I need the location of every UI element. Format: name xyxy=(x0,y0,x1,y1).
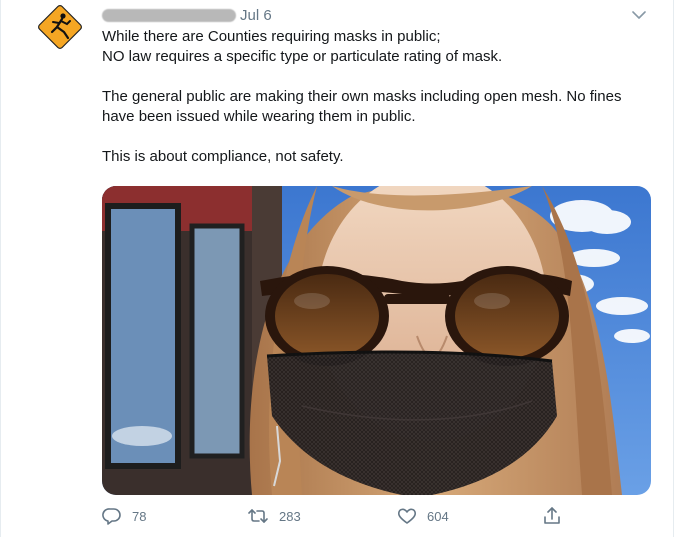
tweet-text: While there are Counties requiring masks… xyxy=(102,27,647,167)
chevron-down-icon[interactable] xyxy=(631,8,647,20)
tweet-paragraph: This is about compliance, not safety. xyxy=(102,148,344,165)
tweet-actions: 78 283 604 xyxy=(102,506,572,532)
tweet-photo[interactable] xyxy=(102,186,651,495)
tweet-paragraph: The general public are making their own … xyxy=(102,88,622,125)
like-count: 604 xyxy=(427,508,449,524)
heart-icon xyxy=(397,506,417,526)
avatar[interactable] xyxy=(35,2,85,52)
tweet-card: Jul 6 While there are Counties requiring… xyxy=(0,0,674,537)
redacted-username xyxy=(102,8,236,22)
like-button[interactable]: 604 xyxy=(397,506,449,526)
reply-button[interactable]: 78 xyxy=(102,506,146,526)
tweet-paragraph: While there are Counties requiring masks… xyxy=(102,28,503,65)
tweet-date[interactable]: Jul 6 xyxy=(240,7,272,24)
retweet-button[interactable]: 283 xyxy=(247,506,301,526)
share-icon xyxy=(542,506,562,526)
reply-icon xyxy=(102,506,122,526)
reply-count: 78 xyxy=(132,508,147,524)
tweet-header: Jul 6 xyxy=(102,5,272,25)
share-button[interactable] xyxy=(542,506,562,526)
retweet-icon xyxy=(247,506,269,526)
retweet-count: 283 xyxy=(279,508,301,524)
